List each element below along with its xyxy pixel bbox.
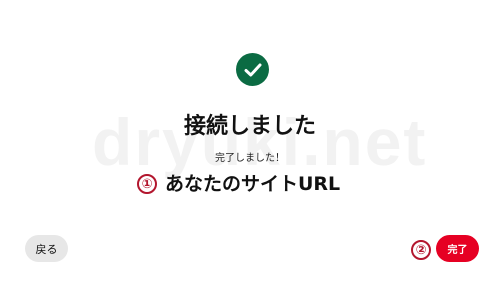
- site-url-label: あなたのサイトURL: [165, 173, 341, 195]
- back-button[interactable]: 戻る: [25, 235, 68, 262]
- site-url-row: ① あなたのサイトURL: [137, 171, 340, 197]
- done-button[interactable]: 完了: [436, 235, 479, 262]
- page-title: 接続しました: [183, 114, 316, 139]
- annotation-marker-2: ②: [411, 240, 431, 260]
- annotation-marker-1: ①: [137, 174, 157, 194]
- checkmark-icon: [236, 53, 269, 86]
- connection-complete-screen: dryuki.net 接続しました 完了しました！ ① あなたのサイトURL 戻…: [0, 0, 500, 281]
- status-message: 完了しました！: [215, 153, 285, 164]
